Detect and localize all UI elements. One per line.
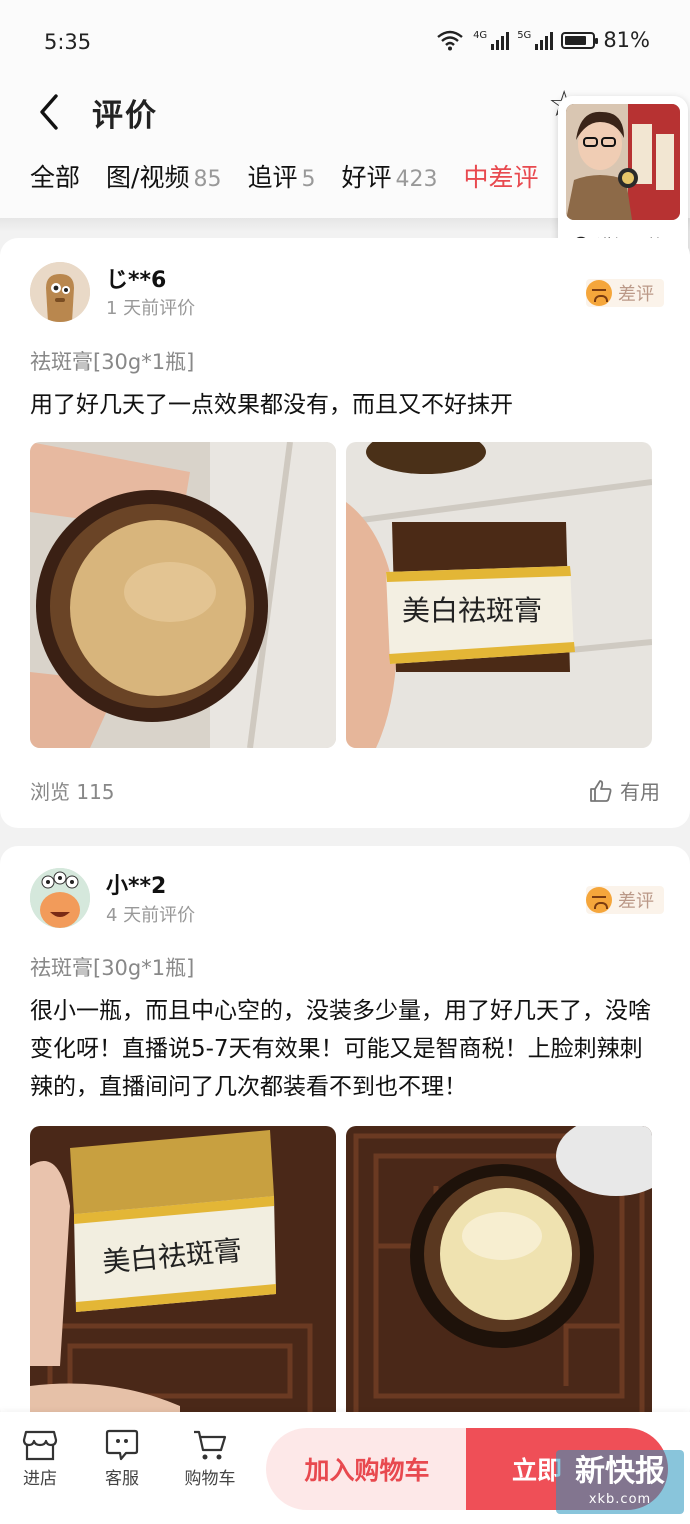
status-bar: 5:35 4G 5G 81% [0,0,690,86]
cart-button[interactable]: 购物车 [180,1428,240,1489]
tab-label: 全部 [30,163,81,192]
status-time: 5:35 [44,30,92,54]
status-icons: 4G 5G 81% [435,28,650,52]
cart-label: 购物车 [184,1469,236,1489]
useful-label: 有用 [620,780,660,804]
review-text: 用了好几天了一点效果都没有，而且又不好抹开 [30,392,513,418]
watermark-text: 新快报 [575,1454,665,1489]
back-button[interactable] [30,90,70,134]
customer-service-button[interactable]: 客服 [92,1428,152,1489]
reviewer-name[interactable]: 小**2 [106,868,166,900]
product-sku: 祛斑膏[30g*1瓶] [30,350,195,374]
review-text: 很小一瓶，而且中心空的，没装多少量，用了好几天了，没啥变化呀！直播说5-7天有效… [30,998,651,1100]
tab-count: 423 [395,167,438,192]
view-count: 浏览 115 [30,780,115,804]
jar-label-text: 美白祛斑膏 [402,594,542,627]
review-card: じ**6 1 天前评价 差评 祛斑膏[30g*1瓶] 用了好几天了一点效果都没有… [0,238,690,828]
tab-photo-video[interactable]: 图/视频 85 [106,158,221,194]
tab-label: 追评 [247,163,298,192]
store-button[interactable]: 进店 [10,1428,70,1489]
product-sku: 祛斑膏[30g*1瓶] [30,956,195,980]
watermark-logo: 新快报 xkb.com [556,1450,684,1514]
user-avatar-image [30,262,90,322]
tab-count: 5 [301,167,316,192]
tab-all[interactable]: 全部 [30,158,80,194]
store-label: 进店 [23,1469,57,1489]
tab-count: 85 [193,167,222,192]
chevron-left-icon [40,94,58,130]
battery-percent: 81% [603,28,650,52]
tab-label: 图/视频 [106,163,190,192]
buy-now-label: 立即 [512,1456,563,1485]
tab-label: 中差评 [463,163,539,192]
battery-icon [561,31,599,49]
rating-badge: 差评 [586,279,664,307]
avatar[interactable] [30,868,90,928]
tab-follow-up[interactable]: 追评 5 [247,158,315,194]
tab-label: 好评 [341,163,392,192]
live-replay-thumbnail[interactable] [566,104,680,220]
review-photo[interactable]: 美白祛斑膏 [30,1126,336,1426]
review-photo[interactable]: 美白祛斑膏 [346,442,652,748]
jar-top-photo [346,1126,652,1426]
net-type-1: 4G [473,30,488,41]
chat-icon [105,1429,139,1461]
avatar[interactable] [30,262,90,322]
review-time: 4 天前评价 [106,905,196,926]
watermark-sub: xkb.com [588,1492,652,1507]
jar-side-photo: 美白祛斑膏 [30,1126,336,1426]
review-photo[interactable] [346,1126,652,1426]
signal-5g-icon: 5G [517,30,554,50]
shopping-cart-icon [194,1430,227,1460]
rating-label: 差评 [618,284,654,305]
user-avatar-image [30,868,90,928]
jar-label-photo: 美白祛斑膏 [346,442,652,748]
tab-negative[interactable]: 中差评 [463,158,538,194]
presenter-video-image [566,104,680,220]
rating-label: 差评 [618,891,654,912]
tab-positive[interactable]: 好评 423 [341,158,437,194]
add-to-cart-button[interactable]: 加入购物车 [266,1428,468,1510]
review-filter-tabs: 全部 图/视频 85 追评 5 好评 423 中差评 [30,158,539,194]
page-title: 评价 [92,98,158,134]
review-footer: 浏览 115 有用 [30,776,660,805]
angry-face-icon [586,887,612,913]
review-time: 1 天前评价 [106,298,196,319]
net-type-2: 5G [517,30,532,41]
angry-face-icon [586,280,612,306]
jar-open-photo [30,442,336,748]
reviewer-name[interactable]: じ**6 [106,262,166,294]
service-label: 客服 [105,1469,139,1489]
review-card: 小**2 4 天前评价 差评 祛斑膏[30g*1瓶] 很小一瓶，而且中心空的，没… [0,846,690,1426]
rating-badge: 差评 [586,886,664,914]
useful-button[interactable]: 有用 [588,776,660,805]
review-photo[interactable] [30,442,336,748]
thumbs-up-icon [590,779,612,802]
signal-4g-icon: 4G [473,30,510,50]
wifi-icon [437,30,463,51]
store-icon [22,1430,58,1461]
